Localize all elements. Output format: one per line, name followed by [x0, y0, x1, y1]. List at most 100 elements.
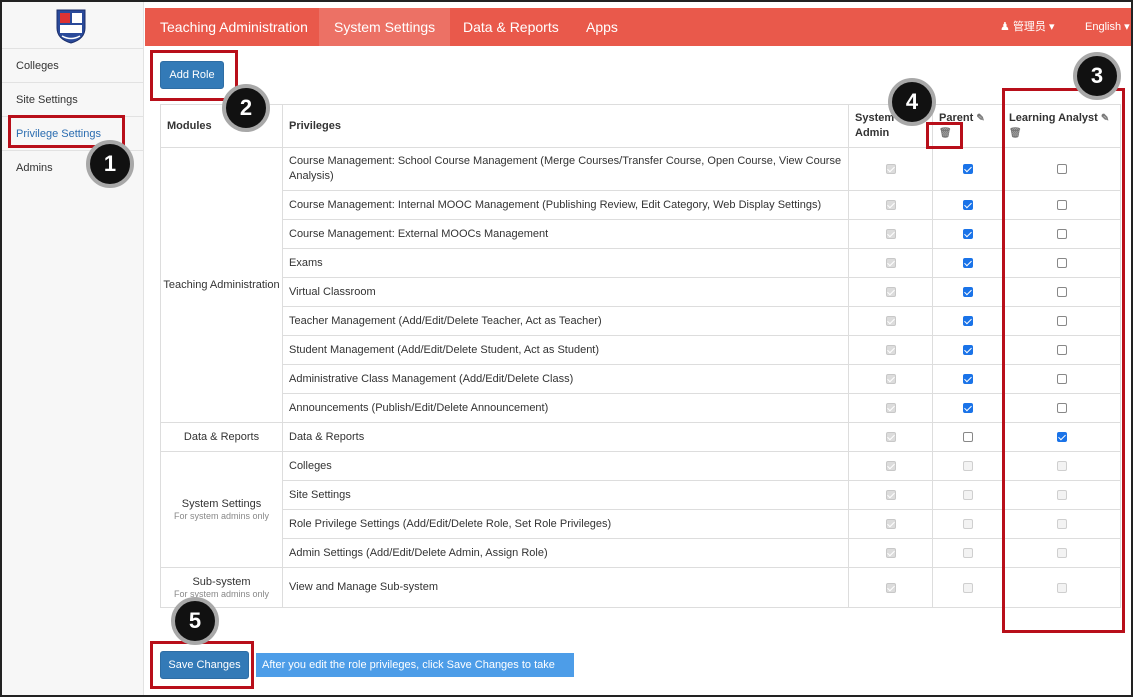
privilege-checkbox[interactable] — [962, 374, 973, 385]
caret-down-icon: ▾ — [1049, 21, 1055, 33]
table-row: Role Privilege Settings (Add/Edit/Delete… — [161, 509, 1121, 539]
table-row: Course Management: Internal MOOC Managem… — [161, 190, 1121, 220]
privilege-checkbox[interactable] — [962, 403, 973, 414]
user-name: 管理员 — [1012, 21, 1046, 33]
checkbox-cell-parent — [932, 422, 1003, 452]
privilege-checkbox — [885, 374, 896, 385]
privilege-checkbox — [885, 287, 896, 298]
school-logo-icon — [56, 9, 86, 44]
privilege-checkbox — [885, 403, 896, 414]
pencil-icon[interactable]: ✎ — [976, 111, 984, 126]
privilege-name: Administrative Class Management (Add/Edi… — [282, 364, 849, 394]
sidebar: Colleges Site Settings Privilege Setting… — [2, 2, 144, 695]
privilege-name: Course Management: External MOOCs Manage… — [282, 219, 849, 249]
table-row: Administrative Class Management (Add/Edi… — [161, 364, 1121, 394]
checkbox-cell-system-admin — [848, 147, 933, 191]
checkbox-cell-parent — [932, 248, 1003, 278]
privilege-name: Course Management: Internal MOOC Managem… — [282, 190, 849, 220]
privilege-name: Exams — [282, 248, 849, 278]
nav-apps[interactable]: Apps — [571, 8, 633, 46]
checkbox-cell-parent — [932, 538, 1003, 568]
annotation-box-4 — [926, 122, 963, 149]
annotation-badge-1: 1 — [86, 140, 134, 188]
checkbox-cell-parent — [932, 480, 1003, 510]
table-row: Admin Settings (Add/Edit/Delete Admin, A… — [161, 538, 1121, 568]
checkbox-cell-system-admin — [848, 509, 933, 539]
checkbox-cell-parent — [932, 567, 1003, 608]
privilege-checkbox[interactable] — [962, 287, 973, 298]
table-row: Sub-system For system admins only View and… — [160, 567, 1121, 608]
privilege-checkbox — [885, 582, 896, 593]
checkbox-cell-parent — [932, 364, 1003, 394]
privilege-checkbox[interactable] — [962, 316, 973, 327]
privilege-name: Course Management: School Course Managem… — [282, 147, 849, 191]
privilege-checkbox — [962, 490, 973, 501]
privilege-checkbox — [885, 461, 896, 472]
privilege-name: Colleges — [282, 451, 849, 481]
module-label: Data & Reports — [183, 431, 260, 443]
annotation-badge-4: 4 — [888, 78, 936, 126]
checkbox-cell-system-admin — [848, 306, 933, 336]
module-note: For system admins only — [173, 510, 270, 521]
privilege-name: Teacher Management (Add/Edit/Delete Teac… — [282, 306, 849, 336]
privilege-name: Student Management (Add/Edit/Delete Stud… — [282, 335, 849, 365]
privilege-checkbox[interactable] — [962, 258, 973, 269]
top-navigation-bar: Teaching Administration System Settings … — [145, 8, 1131, 46]
checkbox-cell-system-admin — [848, 567, 933, 608]
checkbox-cell-parent — [932, 219, 1003, 249]
privilege-checkbox[interactable] — [962, 345, 973, 356]
nav-system-settings[interactable]: System Settings — [319, 8, 451, 46]
privilege-checkbox — [962, 582, 973, 593]
module-cell: Data & Reports — [160, 422, 283, 452]
privilege-checkbox — [885, 200, 896, 211]
annotation-badge-3: 3 — [1073, 52, 1121, 100]
privilege-name: Announcements (Publish/Edit/Delete Annou… — [282, 393, 849, 423]
annotation-box-3 — [1002, 88, 1125, 633]
language-menu[interactable]: English ▾ — [1085, 8, 1130, 46]
module-cell: System Settings For system admins only — [160, 451, 283, 568]
table-row: Teaching Administration Course Management… — [160, 147, 1121, 423]
table-row: Teacher Management (Add/Edit/Delete Teac… — [161, 306, 1121, 336]
checkbox-cell-system-admin — [848, 451, 933, 481]
user-menu[interactable]: ♟ 管理员 ▾ — [1000, 8, 1055, 46]
checkbox-cell-system-admin — [848, 393, 933, 423]
sidebar-item-colleges[interactable]: Colleges — [2, 48, 144, 82]
checkbox-cell-system-admin — [848, 190, 933, 220]
privilege-checkbox[interactable] — [962, 229, 973, 240]
privilege-name: Virtual Classroom — [282, 277, 849, 307]
table-row: Announcements (Publish/Edit/Delete Annou… — [161, 393, 1121, 423]
privilege-checkbox[interactable] — [962, 432, 973, 443]
checkbox-cell-system-admin — [848, 219, 933, 249]
sidebar-item-site-settings[interactable]: Site Settings — [2, 82, 144, 116]
privilege-checkbox[interactable] — [962, 200, 973, 211]
checkbox-cell-system-admin — [848, 538, 933, 568]
privilege-checkbox — [885, 164, 896, 175]
privilege-name: Admin Settings (Add/Edit/Delete Admin, A… — [282, 538, 849, 568]
privilege-checkbox — [962, 519, 973, 530]
checkbox-cell-system-admin — [848, 364, 933, 394]
privilege-checkbox — [885, 519, 896, 530]
privilege-table: Modules Privileges System Admin Parent ✎… — [160, 104, 1121, 608]
checkbox-cell-parent — [932, 277, 1003, 307]
checkbox-cell-system-admin — [848, 248, 933, 278]
privilege-checkbox[interactable] — [962, 164, 973, 175]
privilege-checkbox — [885, 258, 896, 269]
checkbox-cell-parent — [932, 190, 1003, 220]
table-row: Virtual Classroom — [161, 277, 1121, 307]
nav-teaching-administration[interactable]: Teaching Administration — [145, 8, 323, 46]
module-label: Sub-system — [192, 575, 251, 588]
checkbox-cell-parent — [932, 335, 1003, 365]
checkbox-cell-parent — [932, 509, 1003, 539]
language-label: English — [1085, 21, 1122, 33]
caret-down-icon: ▾ — [1124, 21, 1130, 33]
annotation-badge-2: 2 — [222, 84, 270, 132]
nav-data-reports[interactable]: Data & Reports — [448, 8, 574, 46]
privilege-name: View and Manage Sub-system — [282, 567, 849, 608]
checkbox-cell-parent — [932, 306, 1003, 336]
privilege-checkbox — [885, 490, 896, 501]
privilege-name: Role Privilege Settings (Add/Edit/Delete… — [282, 509, 849, 539]
table-row: System Settings For system admins only Col… — [160, 451, 1121, 568]
annotation-badge-5: 5 — [171, 597, 219, 645]
checkbox-cell-parent — [932, 147, 1003, 191]
checkbox-cell-system-admin — [848, 335, 933, 365]
